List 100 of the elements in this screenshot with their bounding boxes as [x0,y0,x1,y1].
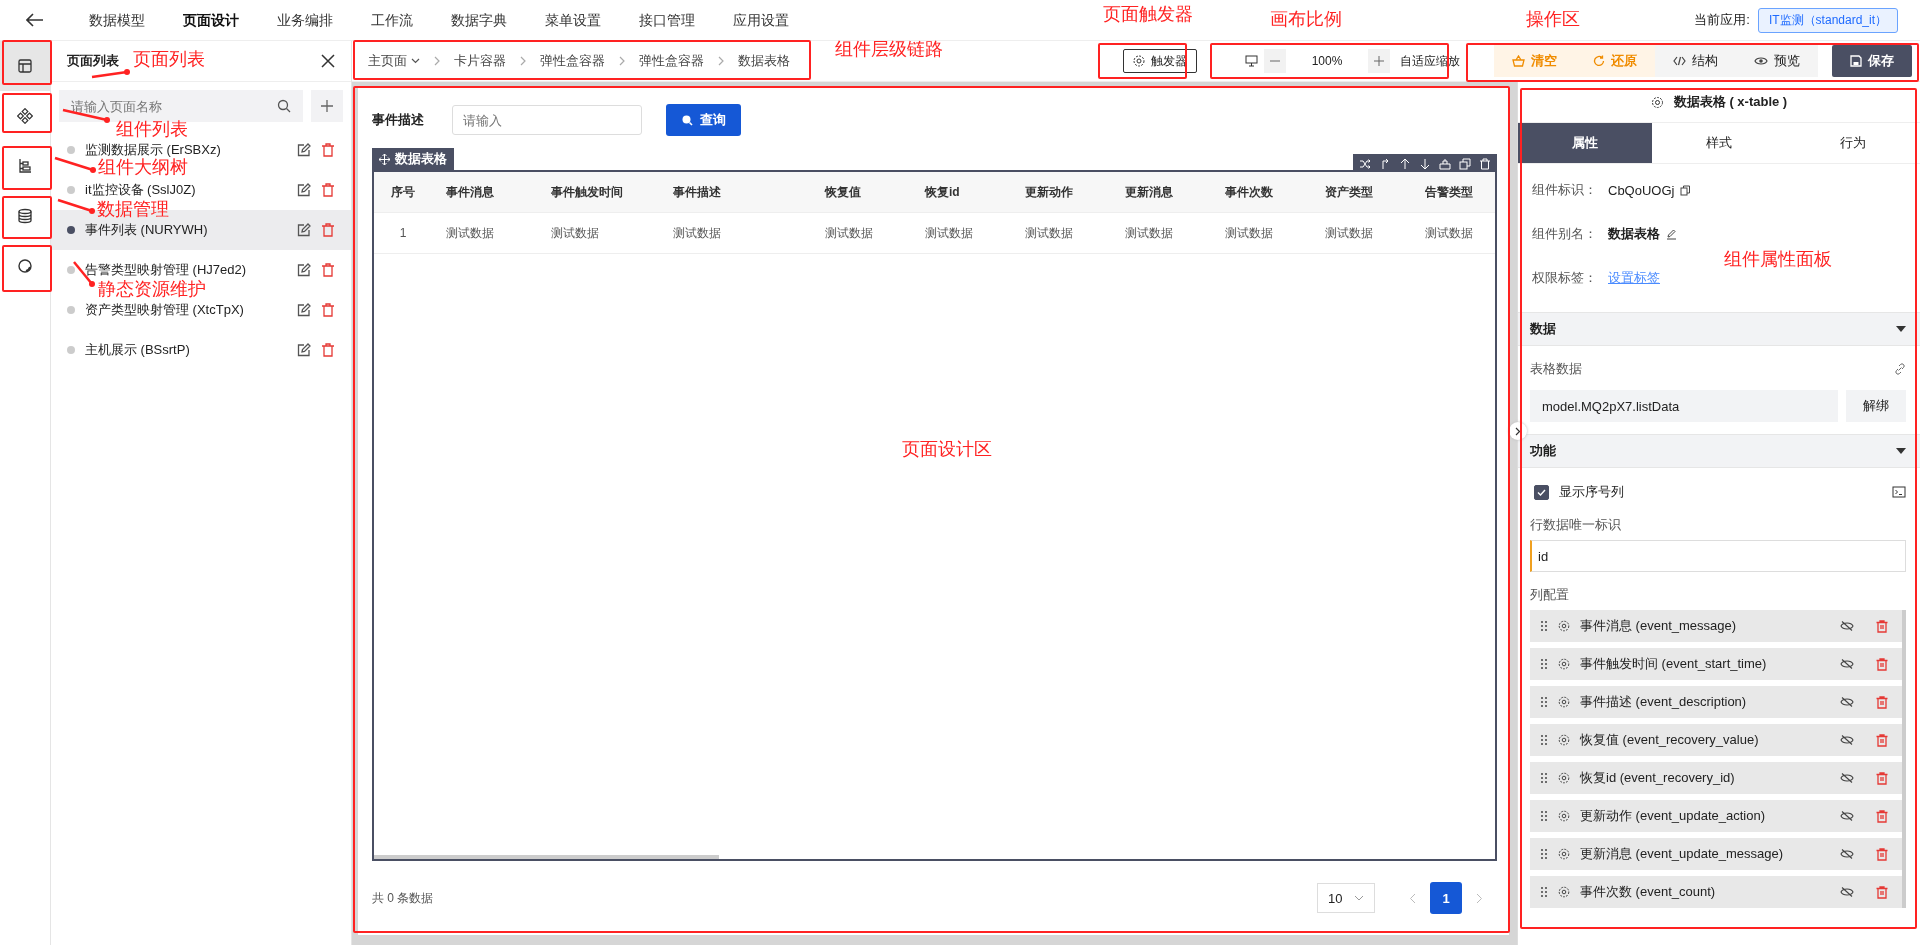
gear-icon[interactable] [1558,734,1570,746]
structure-button[interactable]: 结构 [1655,45,1736,77]
gear-icon[interactable] [1558,886,1570,898]
gear-icon[interactable] [1558,772,1570,784]
gear-icon[interactable] [1558,620,1570,632]
breadcrumb-link[interactable]: 弹性盒容器 [639,52,704,70]
page-item[interactable]: 主机展示 (BSsrtP) [51,340,351,360]
column-config-item[interactable]: 更新消息 (event_update_message) [1530,838,1902,870]
delete-icon[interactable] [321,343,335,357]
gear-icon[interactable] [1558,658,1570,670]
shuffle-icon[interactable] [1359,158,1371,170]
drag-handle-icon[interactable] [1540,696,1548,708]
monitor-icon[interactable] [1245,55,1258,67]
nav-tab[interactable]: 应用设置 [714,0,808,40]
unbind-button[interactable]: 解绑 [1846,390,1906,422]
page-size-select[interactable]: 10 [1317,883,1375,913]
panel-tab[interactable]: 样式 [1652,123,1786,163]
breadcrumb-link[interactable]: 卡片容器 [454,52,506,70]
hidden-eye-icon[interactable] [1840,659,1854,669]
page-item[interactable]: 告警类型映射管理 (HJ7ed2) [51,260,351,280]
drag-handle-icon[interactable] [1540,734,1548,746]
hidden-eye-icon[interactable] [1840,811,1854,821]
hidden-eye-icon[interactable] [1840,621,1854,631]
nav-tab[interactable]: 工作流 [352,0,432,40]
delete-icon[interactable] [1876,619,1888,633]
hidden-eye-icon[interactable] [1840,773,1854,783]
drag-handle-icon[interactable] [1540,848,1548,860]
edit-icon[interactable] [297,143,311,157]
gear-icon[interactable] [1558,696,1570,708]
copy-icon[interactable] [1459,158,1471,170]
column-config-item[interactable]: 更新动作 (event_update_action) [1530,800,1902,832]
drag-handle-icon[interactable] [1540,810,1548,822]
column-config-item[interactable]: 事件次数 (event_count) [1530,876,1902,908]
arrow-up-icon[interactable] [1399,158,1411,170]
drag-handle-icon[interactable] [1540,772,1548,784]
filter-input[interactable]: 请输入 [452,105,642,135]
save-button[interactable]: 保存 [1832,45,1912,77]
column-config-item[interactable]: 恢复id (event_recovery_id) [1530,762,1902,794]
trigger-button[interactable]: 触发器 [1123,49,1197,73]
preview-button[interactable]: 预览 [1736,45,1818,77]
arrow-down-icon[interactable] [1419,158,1431,170]
panel-tab[interactable]: 属性 [1518,123,1652,163]
panel-tab[interactable]: 行为 [1786,123,1920,163]
delete-icon[interactable] [321,223,335,237]
hidden-eye-icon[interactable] [1840,849,1854,859]
breadcrumb-link[interactable]: 数据表格 [738,52,790,70]
drag-handle-icon[interactable] [1540,620,1548,632]
hidden-eye-icon[interactable] [1840,735,1854,745]
scrollbar[interactable] [374,855,719,859]
delete-icon[interactable] [1876,733,1888,747]
edit-icon[interactable] [297,343,311,357]
tray-icon[interactable] [1439,158,1451,170]
column-config-item[interactable]: 事件消息 (event_message) [1530,610,1902,642]
edit-icon[interactable] [297,183,311,197]
turn-up-icon[interactable] [1379,158,1391,170]
delete-icon[interactable] [1876,771,1888,785]
breadcrumb-link[interactable]: 弹性盒容器 [540,52,605,70]
hidden-eye-icon[interactable] [1840,697,1854,707]
nav-tab[interactable]: 接口管理 [620,0,714,40]
delete-icon[interactable] [1876,695,1888,709]
pencil-icon[interactable] [1666,228,1677,240]
close-button[interactable] [321,54,335,68]
edit-icon[interactable] [297,263,311,277]
delete-icon[interactable] [1876,847,1888,861]
delete-icon[interactable] [321,143,335,157]
delete-icon[interactable] [1876,809,1888,823]
page-item[interactable]: 资产类型映射管理 (XtcTpX) [51,300,351,320]
delete-icon[interactable] [1876,657,1888,671]
row-key-field[interactable]: id [1530,540,1906,572]
edit-icon[interactable] [297,223,311,237]
edit-icon[interactable] [297,303,311,317]
breadcrumb-link[interactable]: 主页面 [368,52,420,70]
fit-zoom-button[interactable]: 自适应缩放 [1396,52,1464,70]
binding-field[interactable]: model.MQ2pX7.listData [1530,390,1838,422]
section-header[interactable]: 数据 [1518,312,1920,346]
nav-tab[interactable]: 数据模型 [70,0,164,40]
column-config-item[interactable]: 事件触发时间 (event_start_time) [1530,648,1902,680]
checkbox[interactable] [1534,484,1549,500]
query-button[interactable]: 查询 [666,104,741,136]
copy-icon[interactable] [1680,184,1692,196]
move-icon[interactable] [379,153,390,165]
column-config-item[interactable]: 事件描述 (event_description) [1530,686,1902,718]
terminal-icon[interactable] [1892,486,1906,498]
delete-icon[interactable] [321,263,335,277]
delete-icon[interactable] [321,303,335,317]
column-config-item[interactable]: 恢复值 (event_recovery_value) [1530,724,1902,756]
page-item[interactable]: it监控设备 (SslJ0Z) [51,180,351,200]
add-button[interactable] [311,90,343,122]
hidden-eye-icon[interactable] [1840,887,1854,897]
drag-handle-icon[interactable] [1540,886,1548,898]
nav-tab[interactable]: 页面设计 [164,0,258,40]
nav-tab[interactable]: 业务编排 [258,0,352,40]
page-number-button[interactable]: 1 [1430,882,1462,914]
nav-tab[interactable]: 菜单设置 [526,0,620,40]
drag-handle-icon[interactable] [1540,658,1548,670]
delete-icon[interactable] [1876,885,1888,899]
nav-tab[interactable]: 数据字典 [432,0,526,40]
link-icon[interactable] [1894,363,1906,375]
gear-icon[interactable] [1558,810,1570,822]
section-header[interactable]: 功能 [1518,434,1920,468]
